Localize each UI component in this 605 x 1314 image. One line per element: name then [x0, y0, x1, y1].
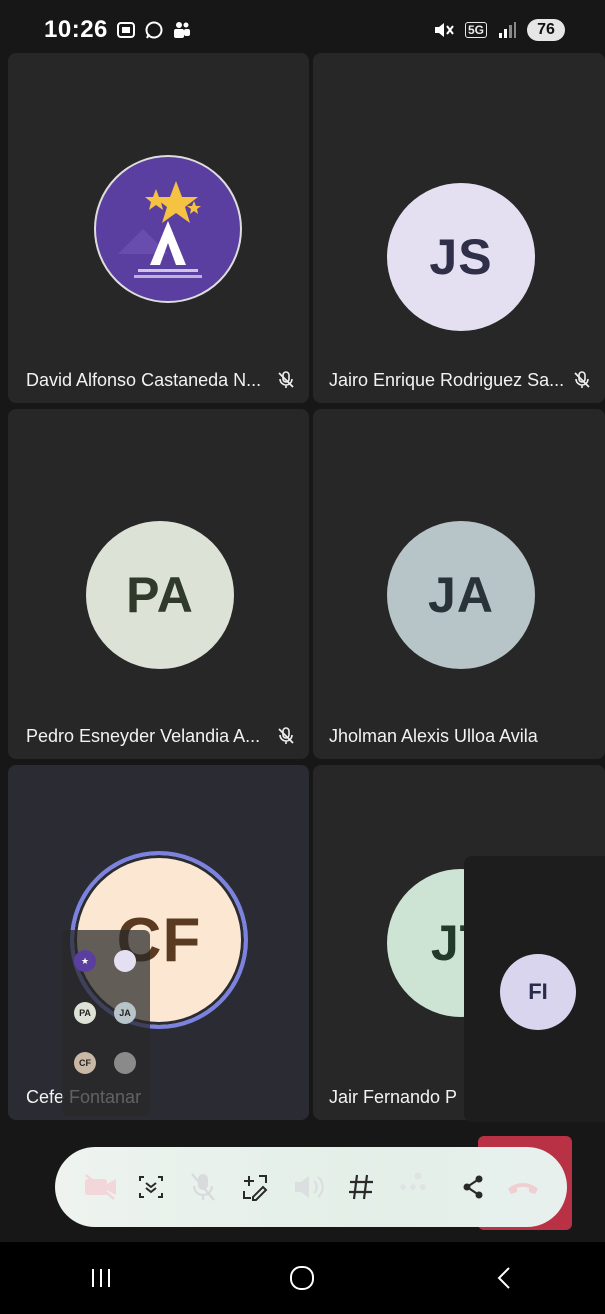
- home-icon: [290, 1266, 315, 1290]
- call-controls-bar: [55, 1147, 567, 1227]
- speaker-icon: [295, 1176, 324, 1198]
- mute-icon: [434, 23, 454, 37]
- avatar-initials: JA: [428, 567, 494, 623]
- network-type: 5G: [464, 22, 487, 38]
- participant-tile[interactable]: David Alfonso Castaneda N...: [8, 53, 309, 403]
- hang-up-icon: [508, 1183, 538, 1194]
- mic-off-icon: [191, 1173, 215, 1201]
- mini-avatar: PA: [74, 1002, 96, 1024]
- back-icon: [497, 1267, 510, 1289]
- system-nav-bar: [0, 1242, 605, 1314]
- speaker-button[interactable]: [285, 1163, 333, 1211]
- mic-muted-icon: [574, 371, 590, 388]
- participant-avatar: JA: [387, 521, 535, 669]
- participant-tile[interactable]: CF Cefe Fontanar: [8, 765, 309, 1120]
- self-initials: FI: [528, 979, 548, 1004]
- avatar-initials: PA: [126, 567, 194, 623]
- battery-level: 76: [527, 19, 565, 41]
- participant-avatar: JS: [387, 183, 535, 331]
- org-logo-avatar: [94, 155, 242, 303]
- status-time: 10:26: [44, 16, 108, 43]
- mini-avatar: CF: [74, 1052, 96, 1074]
- participant-name: David Alfonso Castaneda N...: [26, 370, 262, 390]
- star-logo-icon: [100, 161, 236, 297]
- camera-off-icon: [85, 1174, 116, 1200]
- teams-icon: [173, 22, 190, 38]
- participant-name: Jairo Enrique Rodriguez Sa...: [329, 370, 565, 390]
- recents-icon: [91, 1269, 110, 1287]
- mini-logo-avatar: ★: [74, 950, 96, 972]
- mic-muted-icon: [278, 371, 294, 388]
- share-icon: [463, 1175, 483, 1199]
- home-button[interactable]: [272, 1258, 332, 1298]
- whiteboard-icon: [243, 1175, 268, 1201]
- participant-tile[interactable]: JS Jairo Enrique Rodriguez Sa...: [313, 53, 605, 403]
- participant-name: Jair Fernando P: [329, 1087, 458, 1107]
- back-button[interactable]: [474, 1258, 534, 1298]
- participant-avatar: PA: [86, 521, 234, 669]
- app-thumbnail-overlay[interactable]: ★ PA JA CF: [62, 930, 150, 1116]
- camera-toggle-button[interactable]: [77, 1163, 125, 1211]
- mini-avatar: [114, 1052, 136, 1074]
- participant-tile[interactable]: PA Pedro Esneyder Velandia A...: [8, 409, 309, 759]
- status-bar: 10:26 5G 76: [0, 0, 605, 60]
- hang-up-button[interactable]: [499, 1163, 547, 1211]
- signal-icon: [499, 22, 516, 38]
- mic-toggle-button[interactable]: [179, 1163, 227, 1211]
- whatsapp-icon: [145, 21, 163, 39]
- self-view[interactable]: FI: [464, 856, 605, 1122]
- participant-name: Pedro Esneyder Velandia A...: [26, 726, 261, 746]
- participant-tile[interactable]: JA Jholman Alexis Ulloa Avila: [313, 409, 605, 759]
- share-screen-icon: [139, 1176, 163, 1198]
- hashtag-icon: [349, 1174, 373, 1200]
- mini-avatar: JA: [114, 1002, 136, 1024]
- share-button[interactable]: [449, 1163, 497, 1211]
- self-avatar: FI: [500, 954, 576, 1030]
- hashtag-button[interactable]: [337, 1163, 385, 1211]
- whiteboard-button[interactable]: [231, 1163, 279, 1211]
- screen-record-icon: [116, 22, 135, 38]
- recents-button[interactable]: [71, 1258, 131, 1298]
- more-icon: [400, 1172, 426, 1190]
- share-screen-button[interactable]: [127, 1163, 175, 1211]
- avatar-initials: JS: [429, 229, 493, 285]
- more-options-button[interactable]: [389, 1163, 437, 1211]
- mini-avatar: [114, 950, 136, 972]
- participant-name: Jholman Alexis Ulloa Avila: [329, 726, 538, 746]
- mic-muted-icon: [278, 727, 294, 744]
